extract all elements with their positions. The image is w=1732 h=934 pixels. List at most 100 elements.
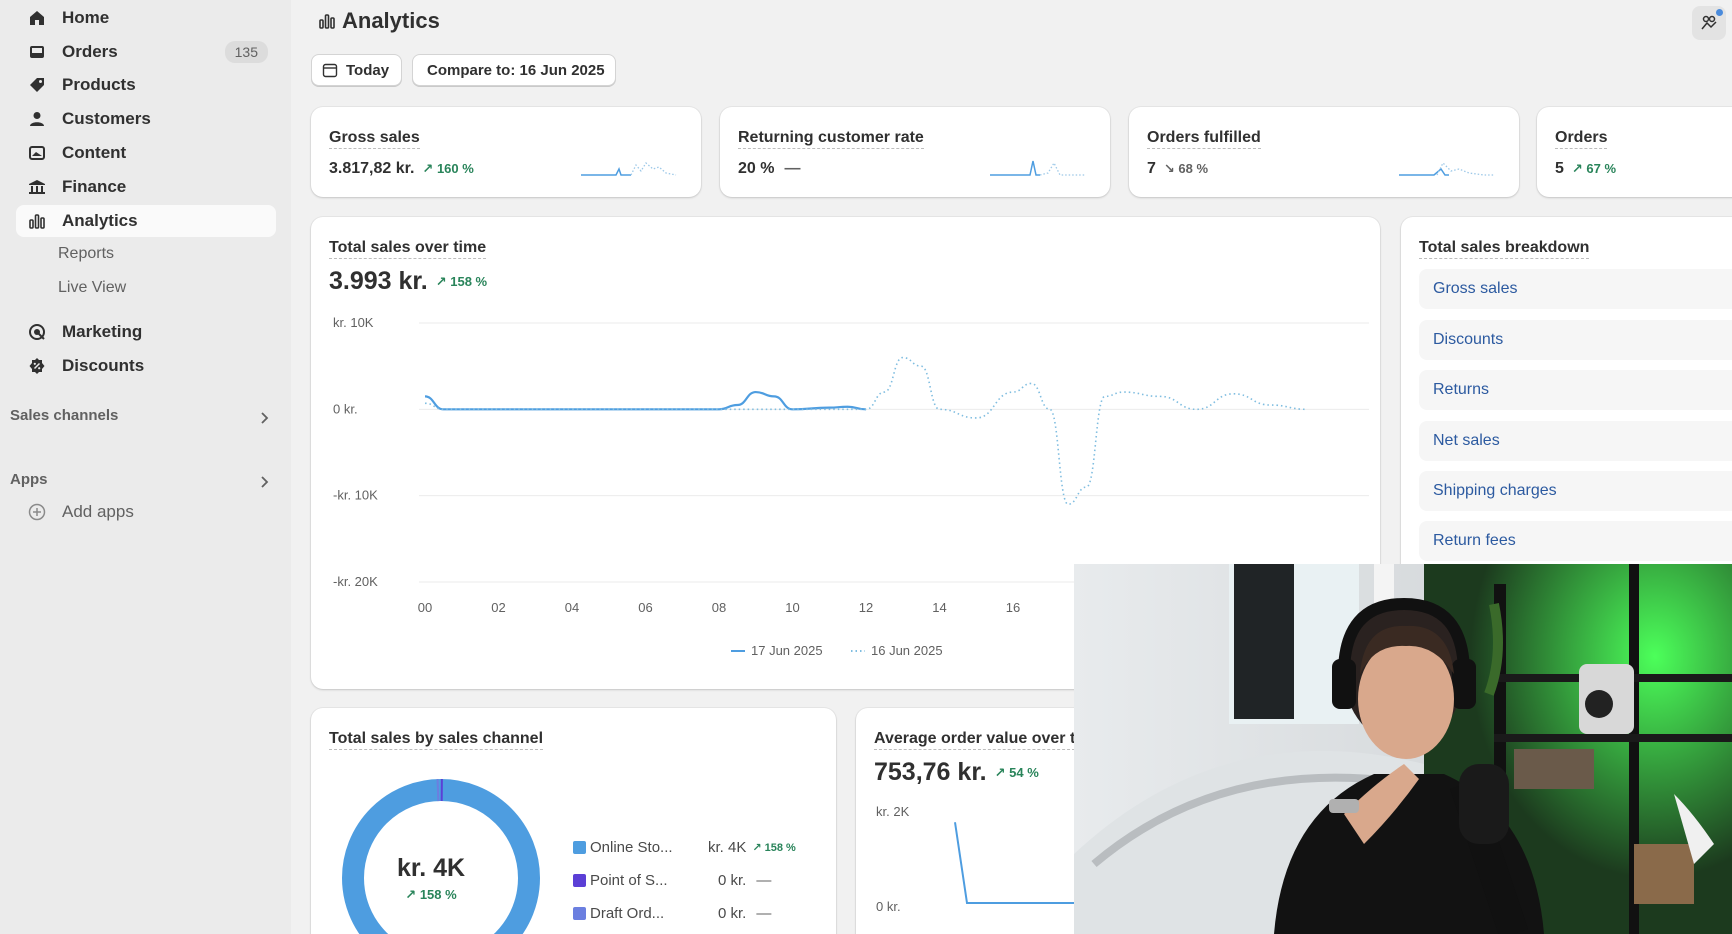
nav-orders-label: Orders bbox=[62, 42, 118, 61]
person-icon bbox=[26, 108, 48, 130]
metric-value: 5 ↗ 67 % bbox=[1555, 160, 1616, 178]
legend-label[interactable]: 17 Jun 2025 bbox=[751, 643, 823, 658]
metric-value-text: 5 bbox=[1555, 160, 1564, 177]
nav-live-view[interactable]: Live View bbox=[58, 279, 126, 297]
metric-value: 20 % — bbox=[738, 160, 800, 178]
metric-value-text: 20 % bbox=[738, 160, 775, 177]
chevron-right-icon[interactable] bbox=[256, 410, 272, 426]
compare-button[interactable]: Compare to: 16 Jun 2025 bbox=[412, 54, 616, 86]
nav-orders[interactable]: Orders 135 bbox=[16, 36, 276, 68]
metric-card-orders[interactable]: Orders 5 ↗ 67 % bbox=[1537, 107, 1732, 197]
x-tick-label: 02 bbox=[491, 600, 505, 615]
date-range-button[interactable]: Today bbox=[311, 54, 402, 86]
inbox-icon bbox=[26, 41, 48, 63]
apps-label[interactable]: Apps bbox=[10, 471, 48, 488]
y-tick-label: kr. 10K bbox=[333, 315, 374, 330]
bar-chart-icon bbox=[319, 14, 335, 29]
sparkline bbox=[990, 160, 1085, 176]
date-range-label: Today bbox=[346, 61, 390, 79]
x-tick-label: 08 bbox=[712, 600, 726, 615]
x-tick-label: 14 bbox=[932, 600, 946, 615]
series-line bbox=[424, 356, 1308, 506]
series-line bbox=[424, 390, 867, 411]
channel-delta: ↗ 158 % bbox=[752, 842, 796, 854]
y-tick-label: 0 kr. bbox=[876, 899, 901, 914]
metric-delta-text: 68 % bbox=[1178, 161, 1209, 176]
nav-home[interactable]: Home bbox=[16, 2, 276, 34]
metric-delta: ↘ 68 % bbox=[1163, 161, 1209, 176]
nav-finance[interactable]: Finance bbox=[16, 171, 276, 203]
tag-icon bbox=[26, 74, 48, 96]
add-apps-label: Add apps bbox=[62, 502, 134, 521]
nav-content-label: Content bbox=[62, 143, 127, 162]
breakdown-item-net-sales[interactable]: Net sales bbox=[1419, 421, 1732, 461]
image-icon bbox=[26, 142, 48, 164]
metric-title: Returning customer rate bbox=[738, 129, 924, 149]
calendar-icon bbox=[322, 63, 338, 78]
channel-row-pos[interactable]: Point of S... 0 kr. — bbox=[573, 872, 771, 889]
channel-name: Online Sto... bbox=[590, 839, 673, 856]
nav-reports[interactable]: Reports bbox=[58, 245, 114, 263]
x-tick-label: 00 bbox=[418, 600, 432, 615]
by-channel-card: Total sales by sales channel kr. 4K ↗ 15… bbox=[311, 708, 836, 934]
breakdown-item-return-fees[interactable]: Return fees bbox=[1419, 521, 1732, 561]
y-tick-label: 0 kr. bbox=[333, 401, 358, 416]
notification-dot bbox=[1716, 9, 1723, 16]
nav-customers[interactable]: Customers bbox=[16, 103, 276, 135]
sidekick-button[interactable] bbox=[1692, 6, 1726, 40]
sales-channels-label[interactable]: Sales channels bbox=[10, 407, 118, 424]
page-title-text: Analytics bbox=[342, 8, 440, 33]
nav-customers-label: Customers bbox=[62, 109, 151, 128]
nav-discounts[interactable]: Discounts bbox=[16, 350, 276, 382]
metric-value: 3.817,82 kr. ↗ 160 % bbox=[329, 160, 474, 178]
nav-content[interactable]: Content bbox=[16, 137, 276, 169]
page-title: Analytics bbox=[318, 8, 440, 34]
legend-label[interactable]: 16 Jun 2025 bbox=[871, 643, 943, 658]
breakdown-card: Total sales breakdown Gross sales Discou… bbox=[1401, 217, 1732, 597]
nav-analytics[interactable]: Analytics bbox=[16, 205, 276, 237]
breakdown-item-shipping[interactable]: Shipping charges bbox=[1419, 471, 1732, 511]
metric-card-returning-rate[interactable]: Returning customer rate 20 % — bbox=[720, 107, 1110, 197]
webcam-overlay bbox=[1074, 564, 1732, 934]
channel-row-draft[interactable]: Draft Ord... 0 kr. — bbox=[573, 905, 771, 922]
chevron-right-icon[interactable] bbox=[256, 474, 272, 490]
nav-marketing[interactable]: Marketing bbox=[16, 316, 276, 348]
channel-row-online[interactable]: Online Sto... kr. 4K ↗ 158 % bbox=[573, 839, 796, 856]
breakdown-title[interactable]: Total sales breakdown bbox=[1419, 239, 1590, 259]
nav-products[interactable]: Products bbox=[16, 69, 276, 101]
metric-delta-text: — bbox=[784, 160, 801, 177]
nav-finance-label: Finance bbox=[62, 177, 127, 196]
legend-swatch bbox=[573, 841, 586, 854]
webcam-picture bbox=[1074, 564, 1732, 934]
channel-delta-text: 158 % bbox=[764, 842, 796, 854]
channel-value: 0 kr. bbox=[718, 905, 747, 922]
y-tick-label: kr. 2K bbox=[876, 804, 910, 819]
sparkle-icon bbox=[1701, 15, 1717, 30]
x-tick-label: 04 bbox=[565, 600, 579, 615]
donut-center-delta: ↗ 158 % bbox=[405, 887, 457, 902]
discount-icon bbox=[26, 355, 48, 377]
breakdown-item-discounts[interactable]: Discounts bbox=[1419, 320, 1732, 360]
nav-products-label: Products bbox=[62, 75, 136, 94]
orders-count-badge: 135 bbox=[224, 41, 268, 63]
pie-slice[interactable] bbox=[436, 779, 440, 802]
metric-card-gross-sales[interactable]: Gross sales 3.817,82 kr. ↗ 160 % bbox=[311, 107, 701, 197]
channel-name: Draft Ord... bbox=[590, 905, 665, 922]
nav-analytics-label: Analytics bbox=[62, 211, 138, 230]
breakdown-item-gross-sales[interactable]: Gross sales bbox=[1419, 269, 1732, 309]
metric-value-text: 7 bbox=[1147, 160, 1156, 177]
bank-icon bbox=[26, 176, 48, 198]
sidebar: Home Orders 135 Products Customers Conte… bbox=[0, 0, 291, 934]
donut-center-value: kr. 4K bbox=[396, 854, 466, 882]
home-icon bbox=[26, 7, 48, 29]
channel-value: kr. 4K bbox=[708, 839, 747, 856]
channel-value: 0 kr. bbox=[718, 872, 747, 889]
metric-value-text: 3.817,82 kr. bbox=[329, 160, 415, 177]
compare-label: Compare to: 16 Jun 2025 bbox=[427, 61, 605, 79]
nav-home-label: Home bbox=[62, 8, 110, 27]
metric-card-orders-fulfilled[interactable]: Orders fulfilled 7 ↘ 68 % bbox=[1129, 107, 1519, 197]
add-apps-button[interactable]: Add apps bbox=[16, 496, 276, 528]
metric-delta-text: 160 % bbox=[436, 161, 474, 176]
legend-swatch bbox=[573, 907, 586, 920]
breakdown-item-returns[interactable]: Returns bbox=[1419, 370, 1732, 410]
